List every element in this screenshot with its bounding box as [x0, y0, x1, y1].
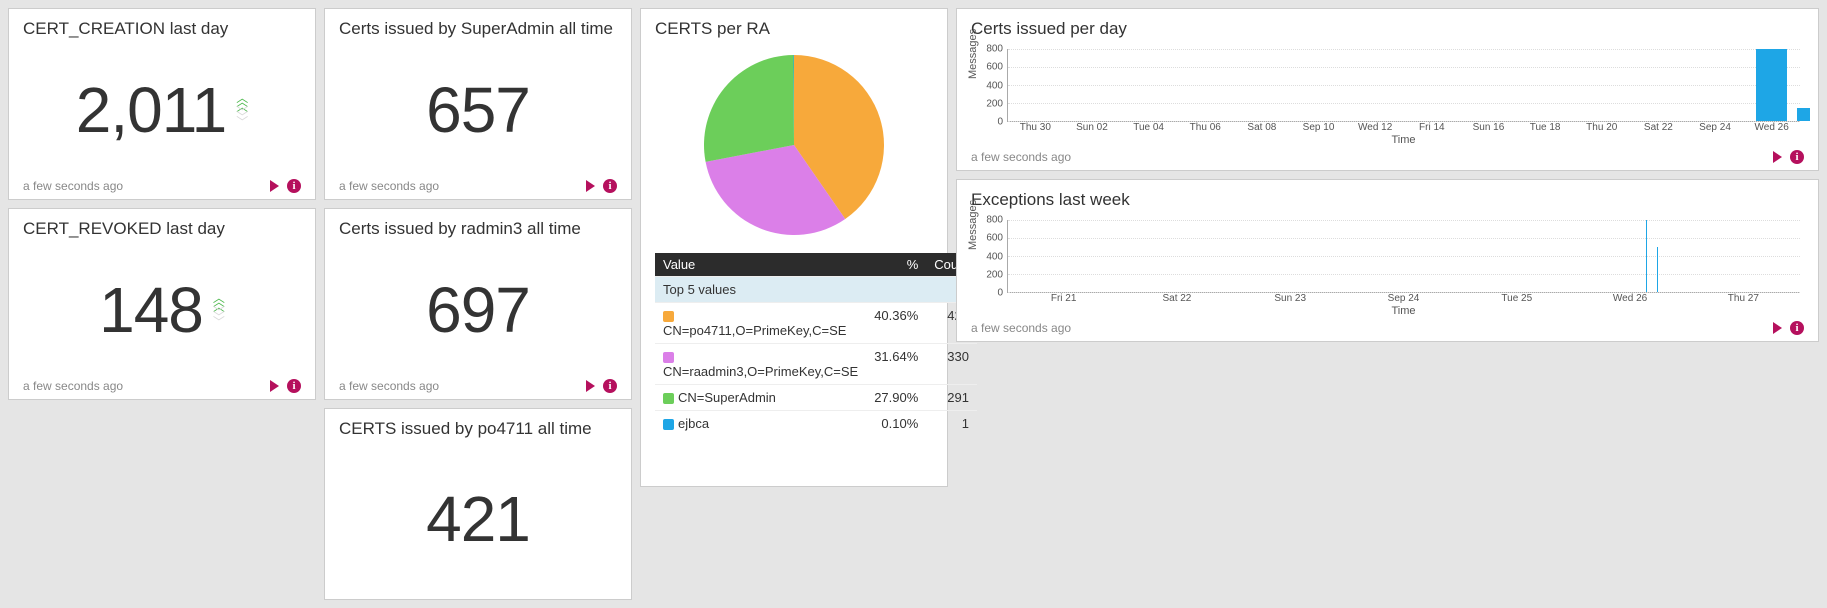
- legend-pct: 0.10%: [866, 411, 926, 437]
- panel-exceptions: Exceptions last week Messages 0200400600…: [956, 179, 1819, 342]
- chart-exceptions: Messages 0200400600800 Time Fri 21Sat 22…: [971, 220, 1804, 315]
- panel-footer: a few seconds ago i: [339, 379, 617, 393]
- column-1: CERT_CREATION last day 2,011 ︿︿︿ ﹀﹀﹀ a f…: [8, 8, 316, 600]
- pie-chart: [655, 45, 933, 253]
- legend-label: ejbca: [678, 416, 709, 431]
- play-icon[interactable]: [1773, 151, 1782, 163]
- info-icon[interactable]: i: [287, 179, 301, 193]
- panel-title: CERT_CREATION last day: [23, 19, 301, 39]
- info-icon[interactable]: i: [603, 379, 617, 393]
- panel-footer: a few seconds ago i: [339, 179, 617, 193]
- column-3: CERTS per RA Value % Count Top 5 values …: [640, 8, 948, 600]
- info-icon[interactable]: i: [1790, 321, 1804, 335]
- trend-up-icon: ︿︿︿ ﹀﹀﹀: [236, 96, 248, 125]
- panel-title: CERT_REVOKED last day: [23, 219, 301, 239]
- trend-up-icon: ︿︿︿ ﹀﹀﹀: [213, 296, 225, 325]
- panel-issued-per-day: Certs issued per day Messages 0200400600…: [956, 8, 1819, 171]
- play-icon[interactable]: [586, 180, 595, 192]
- panel-footer: a few seconds ago i: [971, 150, 1804, 164]
- metric-wrap: 421: [339, 445, 617, 593]
- legend-label: CN=raadmin3,O=PrimeKey,C=SE: [663, 364, 858, 379]
- metric-value: 148: [99, 278, 203, 342]
- panel-title: Certs issued by radmin3 all time: [339, 219, 617, 239]
- legend-pct: 31.64%: [866, 344, 926, 385]
- metric-wrap: 657: [339, 45, 617, 175]
- panel-radmin3: Certs issued by radmin3 all time 697 a f…: [324, 208, 632, 400]
- dashboard-grid: CERT_CREATION last day 2,011 ︿︿︿ ﹀﹀﹀ a f…: [0, 0, 1827, 608]
- info-icon[interactable]: i: [1790, 150, 1804, 164]
- metric-value: 2,011: [76, 78, 226, 142]
- column-4: Certs issued per day Messages 0200400600…: [956, 8, 1819, 600]
- x-axis: Time Thu 30Sun 02Tue 04Thu 06Sat 08Sep 1…: [1007, 122, 1800, 144]
- chart-issued: Messages 0200400600800 Time Thu 30Sun 02…: [971, 49, 1804, 144]
- legend-row: CN=po4711,O=PrimeKey,C=SE40.36%421: [655, 303, 977, 344]
- panel-cert-revoked: CERT_REVOKED last day 148 ︿︿︿ ﹀﹀﹀ a few …: [8, 208, 316, 400]
- y-ticks: 0200400600800: [971, 220, 1005, 293]
- pie-legend-table: Value % Count Top 5 values CN=po4711,O=P…: [655, 253, 977, 436]
- legend-label: CN=po4711,O=PrimeKey,C=SE: [663, 323, 846, 338]
- panel-certs-per-ra: CERTS per RA Value % Count Top 5 values …: [640, 8, 948, 487]
- play-icon[interactable]: [586, 380, 595, 392]
- timestamp: a few seconds ago: [339, 379, 439, 393]
- column-2: Certs issued by SuperAdmin all time 657 …: [324, 8, 632, 600]
- top5-label: Top 5 values: [655, 277, 977, 303]
- legend-pct: 40.36%: [866, 303, 926, 344]
- metric-value: 421: [426, 487, 530, 551]
- plot-area: [1007, 220, 1800, 293]
- legend-row: CN=raadmin3,O=PrimeKey,C=SE 31.64%330: [655, 344, 977, 385]
- col-value: Value: [655, 253, 866, 277]
- panel-title: CERTS per RA: [655, 19, 933, 39]
- legend-count: 291: [926, 385, 977, 411]
- panel-footer: a few seconds ago i: [23, 179, 301, 193]
- x-axis-label: Time: [1391, 305, 1415, 317]
- metric-wrap: 2,011 ︿︿︿ ﹀﹀﹀: [23, 45, 301, 175]
- play-icon[interactable]: [270, 380, 279, 392]
- metric-wrap: 697: [339, 245, 617, 375]
- panel-po4711: CERTS issued by po4711 all time 421: [324, 408, 632, 600]
- plot-area: [1007, 49, 1800, 122]
- legend-pct: 27.90%: [866, 385, 926, 411]
- panel-superadmin: Certs issued by SuperAdmin all time 657 …: [324, 8, 632, 200]
- legend-row: ejbca 0.10%1: [655, 411, 977, 437]
- timestamp: a few seconds ago: [971, 150, 1071, 164]
- info-icon[interactable]: i: [287, 379, 301, 393]
- timestamp: a few seconds ago: [339, 179, 439, 193]
- panel-cert-creation: CERT_CREATION last day 2,011 ︿︿︿ ﹀﹀﹀ a f…: [8, 8, 316, 200]
- metric-value: 657: [426, 78, 530, 142]
- panel-footer: a few seconds ago i: [971, 321, 1804, 335]
- legend-label: CN=SuperAdmin: [678, 390, 776, 405]
- panel-title: Exceptions last week: [971, 190, 1804, 210]
- metric-wrap: 148 ︿︿︿ ﹀﹀﹀: [23, 245, 301, 375]
- timestamp: a few seconds ago: [971, 321, 1071, 335]
- pie-svg: [704, 55, 884, 235]
- panel-title: Certs issued by SuperAdmin all time: [339, 19, 617, 39]
- timestamp: a few seconds ago: [23, 379, 123, 393]
- y-ticks: 0200400600800: [971, 49, 1005, 122]
- timestamp: a few seconds ago: [23, 179, 123, 193]
- panel-title: CERTS issued by po4711 all time: [339, 419, 617, 439]
- legend-count: 330: [926, 344, 977, 385]
- play-icon[interactable]: [270, 180, 279, 192]
- x-axis-label: Time: [1391, 134, 1415, 146]
- x-axis: Time Fri 21Sat 22Sun 23Sep 24Tue 25Wed 2…: [1007, 293, 1800, 315]
- col-pct: %: [866, 253, 926, 277]
- panel-footer: a few seconds ago i: [23, 379, 301, 393]
- play-icon[interactable]: [1773, 322, 1782, 334]
- legend-row: CN=SuperAdmin 27.90%291: [655, 385, 977, 411]
- panel-title: Certs issued per day: [971, 19, 1804, 39]
- info-icon[interactable]: i: [603, 179, 617, 193]
- metric-value: 697: [426, 278, 530, 342]
- legend-count: 1: [926, 411, 977, 437]
